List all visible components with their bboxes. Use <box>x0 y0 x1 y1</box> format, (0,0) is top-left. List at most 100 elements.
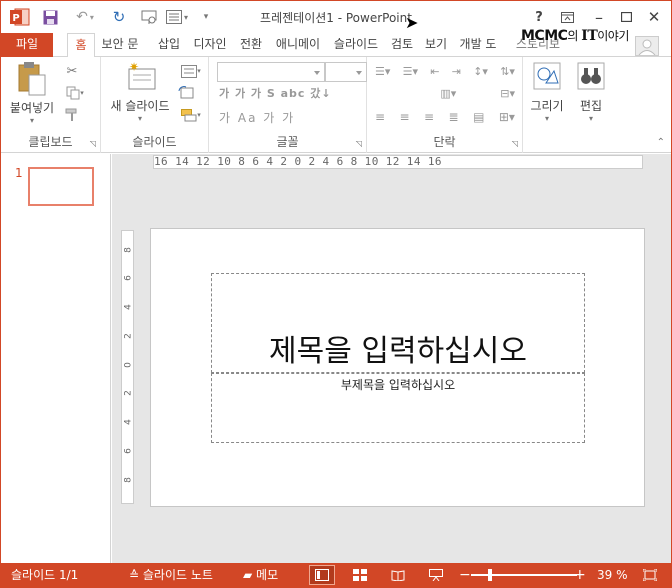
font-name-select[interactable] <box>217 62 325 82</box>
new-slide-icon: ✷ <box>128 61 156 90</box>
subtitle-placeholder-text: 부제목을 입력하십시오 <box>340 378 456 392</box>
vertical-ruler: 8 6 4 2 0 2 4 6 8 <box>121 230 134 504</box>
slides-group-label: 슬라이드 <box>132 135 177 149</box>
zoom-in-button[interactable]: + <box>574 563 586 587</box>
increase-indent-icon[interactable]: ⇥ <box>452 65 461 78</box>
paste-button[interactable]: 붙여넣기 ▾ <box>9 61 55 125</box>
group-slides: ✷ 새 슬라이드 ▾ ▾ ▾ 슬라이드 <box>101 57 209 153</box>
section-icon[interactable]: ▾ <box>177 107 205 123</box>
alignment-buttons[interactable]: ≡ ≡ ≡ ≣ ▤ ⊞▾ <box>375 109 515 125</box>
slide-number: 1 <box>15 166 23 180</box>
tab-home[interactable]: 홈 <box>67 33 95 58</box>
ribbon-home: 붙여넣기 ▾ ✂ ▾ 클립보드 ◹ ✷ 새 슬라이드 ▾ ▾ ▾ 슬라이드 가 … <box>1 57 671 153</box>
clipboard-launcher-icon[interactable]: ◹ <box>90 139 96 148</box>
tab-slideshow[interactable]: 슬라이드 <box>329 33 383 57</box>
drawing-button[interactable]: 그리기 ▾ <box>525 61 569 123</box>
slide-editor: 16 14 12 10 8 6 4 2 0 2 4 6 8 10 12 14 1… <box>112 154 671 563</box>
align-right-icon[interactable]: ≡ <box>424 110 434 124</box>
brand-it: IT <box>581 28 598 44</box>
user-avatar[interactable] <box>635 36 659 56</box>
align-text-icon[interactable]: ⊟▾ <box>500 87 515 100</box>
svg-text:✷: ✷ <box>129 61 139 74</box>
justify-icon[interactable]: ≣ <box>449 110 459 124</box>
present-from-start-icon[interactable] <box>139 7 159 27</box>
editing-button[interactable]: 편집 ▾ <box>571 61 611 123</box>
zoom-level[interactable]: 39 % <box>597 563 628 587</box>
vruler-tick: 2 <box>123 333 134 339</box>
save-icon[interactable] <box>41 7 59 27</box>
zoom-out-button[interactable]: − <box>459 563 471 587</box>
text-direction-icon[interactable]: ⇅▾ <box>500 65 515 78</box>
powerpoint-logo-icon[interactable]: P <box>9 7 31 27</box>
slideshow-view-button[interactable] <box>423 565 449 585</box>
tab-design[interactable]: 디자인 <box>189 33 231 57</box>
format-painter-icon[interactable] <box>63 107 81 123</box>
slide-sorter-view-button[interactable] <box>347 565 373 585</box>
comments-button[interactable]: ▰ 메모 <box>243 563 278 587</box>
watermark-brand: MCMC의 IT이야기 <box>521 27 629 44</box>
font-format-row1[interactable]: 가 가 가 S abc 갔↓ <box>219 85 332 101</box>
smartart-icon[interactable]: ⊞▾ <box>499 110 515 124</box>
numbering-icon[interactable]: ☰▾ <box>403 65 418 78</box>
notes-button[interactable]: ≙ 슬라이드 노트 <box>129 563 213 587</box>
normal-view-button[interactable] <box>309 565 335 585</box>
vruler-tick: 8 <box>123 477 134 483</box>
align-center-icon[interactable]: ≡ <box>400 110 410 124</box>
title-placeholder[interactable]: 제목을 입력하십시오 <box>211 273 585 373</box>
new-slide-label: 새 슬라이드 <box>110 99 170 113</box>
tab-review[interactable]: 검토 <box>387 33 417 57</box>
slide-thumbnail[interactable] <box>28 167 94 206</box>
new-slide-button[interactable]: ✷ 새 슬라이드 ▾ <box>105 61 175 123</box>
cut-icon[interactable]: ✂ <box>63 63 81 79</box>
undo-icon[interactable]: ↶ ▾ <box>69 7 101 27</box>
ribbon-display-options-icon[interactable] <box>557 7 577 27</box>
zoom-slider-thumb[interactable] <box>488 569 492 581</box>
tab-view[interactable]: 보기 <box>421 33 451 57</box>
copy-icon[interactable]: ▾ <box>63 85 87 101</box>
subtitle-placeholder[interactable]: 부제목을 입력하십시오 <box>211 373 585 443</box>
bullets-icon[interactable]: ☰▾ <box>375 65 390 78</box>
minimize-button[interactable]: – <box>589 7 609 27</box>
tab-developer[interactable]: 개발 도 <box>455 33 501 57</box>
paragraph-launcher-icon[interactable]: ◹ <box>512 139 518 148</box>
redo-icon[interactable]: ↻ <box>109 7 129 27</box>
reading-view-button[interactable] <box>385 565 411 585</box>
group-font: 가 가 가 S abc 갔↓ 가 Aa 가 가 글꼴 ◹ <box>209 57 367 153</box>
status-bar: 슬라이드 1/1 ≙ 슬라이드 노트 ▰ 메모 − + 39 % <box>1 563 671 587</box>
vruler-tick: 8 <box>123 247 134 253</box>
clipboard-group-label: 클립보드 <box>28 135 73 149</box>
vruler-tick: 6 <box>123 448 134 454</box>
group-drawing: 그리기 ▾ <box>523 57 569 153</box>
zoom-slider[interactable] <box>471 574 577 576</box>
decrease-indent-icon[interactable]: ⇤ <box>430 65 439 78</box>
tab-transitions[interactable]: 전환 <box>235 33 267 57</box>
collapse-ribbon-icon[interactable]: ⌃ <box>657 137 665 148</box>
slide-canvas[interactable]: 제목을 입력하십시오 부제목을 입력하십시오 <box>150 228 645 507</box>
tab-security[interactable]: 보안 문 <box>97 33 143 57</box>
font-launcher-icon[interactable]: ◹ <box>356 139 362 148</box>
layout-icon[interactable]: ▾ <box>163 7 191 27</box>
svg-text:P: P <box>12 13 19 24</box>
tab-insert[interactable]: 삽입 <box>153 33 185 57</box>
fit-slide-button[interactable] <box>637 565 663 585</box>
align-text-row[interactable]: ▥▾ ⊟▾ <box>375 85 515 101</box>
vruler-tick: 4 <box>123 304 134 310</box>
font-size-select[interactable] <box>325 62 367 82</box>
line-spacing-icon[interactable]: ↕▾ <box>473 65 488 78</box>
slide-layout-icon[interactable]: ▾ <box>177 63 205 79</box>
close-button[interactable]: ✕ <box>644 7 664 27</box>
brand-story: 이야기 <box>597 29 629 43</box>
list-buttons[interactable]: ☰▾ ☰▾ ⇤ ⇥ ↕▾ ⇅▾ <box>375 63 515 79</box>
maximize-button[interactable] <box>616 7 636 27</box>
tab-animations[interactable]: 애니메이 <box>271 33 325 57</box>
tab-file[interactable]: 파일 <box>1 33 53 57</box>
columns-icon[interactable]: ▥▾ <box>440 87 456 100</box>
help-button[interactable]: ? <box>529 7 549 27</box>
reset-slide-icon[interactable] <box>177 85 195 101</box>
distributed-icon[interactable]: ▤ <box>473 110 484 124</box>
group-clipboard: 붙여넣기 ▾ ✂ ▾ 클립보드 ◹ <box>1 57 101 153</box>
align-left-icon[interactable]: ≡ <box>375 110 385 124</box>
vruler-tick: 2 <box>123 390 134 396</box>
drawing-label: 그리기 <box>530 99 564 113</box>
font-format-row2[interactable]: 가 Aa 가 가 <box>219 109 295 126</box>
